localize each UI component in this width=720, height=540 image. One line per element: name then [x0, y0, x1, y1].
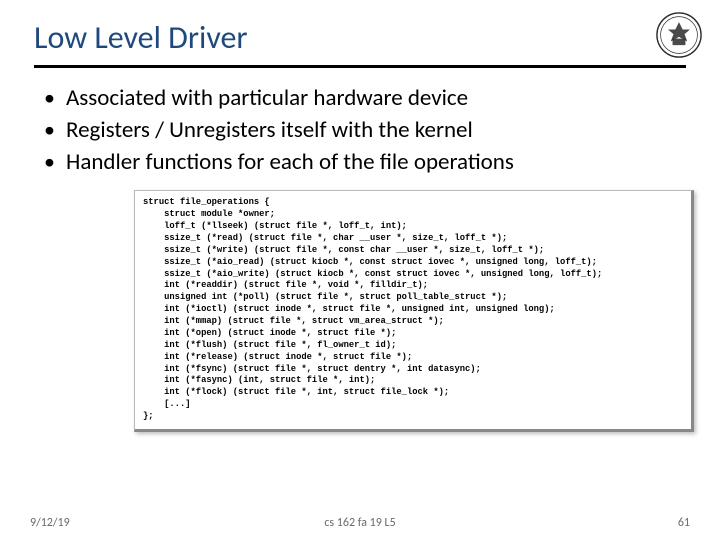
bullet-item: Registers / Unregisters itself with the … [44, 116, 686, 145]
footer-date: 9/12/19 [30, 516, 70, 530]
university-seal-icon [656, 12, 702, 58]
bullet-item: Handler functions for each of the file o… [44, 148, 686, 177]
footer-page-number: 61 [678, 516, 690, 530]
code-block: struct file_operations { struct module *… [134, 190, 694, 432]
bullet-item: Associated with particular hardware devi… [44, 84, 686, 113]
slide-header: Low Level Driver [34, 18, 686, 68]
slide: Low Level Driver Associated with particu… [0, 0, 720, 540]
bullet-list: Associated with particular hardware devi… [34, 84, 686, 176]
slide-footer: 9/12/19 cs 162 fa 19 L5 61 [0, 516, 720, 530]
footer-course: cs 162 fa 19 L5 [324, 516, 395, 530]
slide-title: Low Level Driver [34, 18, 248, 57]
